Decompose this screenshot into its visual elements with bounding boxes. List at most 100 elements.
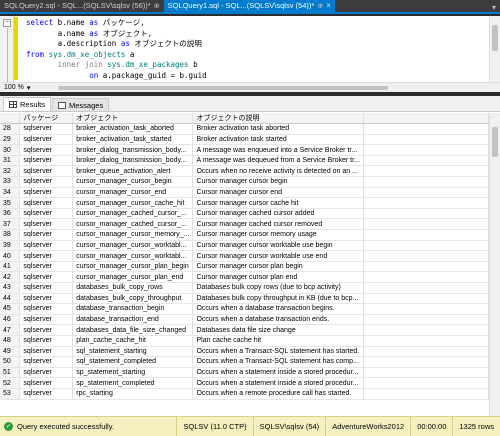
table-cell[interactable]: cursor_manager_cursor_worktabl... [72, 250, 194, 262]
table-cell[interactable]: sqlserver [19, 155, 74, 167]
table-cell[interactable]: Cursor manager cursor plan end [192, 271, 364, 283]
table-cell[interactable]: sqlserver [19, 324, 74, 336]
row-number[interactable]: 47 [0, 324, 21, 336]
table-cell[interactable]: sqlserver [19, 335, 74, 347]
table-cell[interactable]: cursor_manager_cursor_worktabl... [72, 240, 194, 252]
table-cell[interactable]: sqlserver [19, 282, 74, 294]
table-cell[interactable]: broker_dialog_transmission_body... [72, 144, 194, 156]
row-number[interactable]: 49 [0, 346, 21, 358]
table-row[interactable]: 30 sqlserver broker_dialog_transmission_bo… [0, 144, 489, 156]
table-cell[interactable]: database_transaction_begin [72, 303, 194, 315]
table-cell[interactable]: sql_statement_completed [72, 356, 194, 368]
collapse-icon[interactable]: − [3, 19, 11, 27]
table-cell[interactable]: Cursor manager cursor end [192, 187, 364, 199]
row-number[interactable]: 41 [0, 261, 21, 273]
table-cell[interactable]: sqlserver [19, 314, 74, 326]
zoom-dropdown[interactable]: 100 % ▾ [0, 84, 40, 92]
table-cell[interactable]: sqlserver [19, 293, 74, 305]
results-grid[interactable]: パッケージ オブジェクト オブジェクトの説明 28 sqlserver broker… [0, 113, 489, 416]
table-row[interactable]: 28 sqlserver broker_activation_task_aborte… [0, 123, 489, 135]
sql-code[interactable]: select b.name as パッケージ, a.name as オブジェクト… [26, 18, 207, 81]
row-number[interactable]: 39 [0, 240, 21, 252]
scroll-thumb[interactable] [58, 85, 388, 90]
table-cell[interactable]: sqlserver [19, 367, 74, 379]
table-cell[interactable]: Broker activation task aborted [192, 123, 364, 135]
row-number[interactable]: 31 [0, 155, 21, 167]
column-header[interactable]: パッケージ [19, 113, 74, 125]
table-cell[interactable]: sqlserver [19, 240, 74, 252]
table-cell[interactable]: sqlserver [19, 197, 74, 209]
table-cell[interactable]: Occurs when a statement inside a stored … [192, 377, 364, 389]
row-number[interactable]: 40 [0, 250, 21, 262]
row-number[interactable]: 29 [0, 134, 21, 146]
table-cell[interactable]: cursor_manager_cursor_memory_... [72, 229, 194, 241]
row-number[interactable]: 32 [0, 165, 21, 178]
table-cell[interactable]: broker_queue_activation_alert [72, 165, 194, 178]
table-cell[interactable]: cursor_manager_cached_cursor_... [72, 218, 194, 231]
table-row[interactable]: 46 sqlserver database_transaction_end Occur… [0, 314, 489, 326]
table-cell[interactable]: sql_statement_starting [72, 346, 194, 358]
table-cell[interactable]: sp_statement_completed [72, 377, 194, 389]
table-cell[interactable]: sqlserver [19, 144, 74, 156]
table-cell[interactable]: sqlserver [19, 208, 74, 220]
row-number-header[interactable] [0, 113, 21, 125]
table-cell[interactable]: Occurs when a Transact-SQL statement has… [192, 356, 364, 368]
table-cell[interactable]: Databases data file size change [192, 324, 364, 336]
row-number[interactable]: 53 [0, 388, 21, 400]
table-row[interactable]: 35 sqlserver cursor_manager_cursor_cache_h… [0, 197, 489, 209]
table-cell[interactable]: sqlserver [19, 271, 74, 283]
table-cell[interactable]: rpc_starting [72, 388, 194, 400]
tab-overflow-dropdown-icon[interactable]: ▾ [492, 3, 496, 12]
row-number[interactable]: 52 [0, 377, 21, 389]
table-cell[interactable]: database_transaction_end [72, 314, 194, 326]
table-row[interactable]: 38 sqlserver cursor_manager_cursor_memory_… [0, 229, 489, 241]
table-row[interactable]: 40 sqlserver cursor_manager_cursor_worktab… [0, 250, 489, 262]
pin-icon[interactable]: ⊕ [154, 2, 160, 10]
row-number[interactable]: 35 [0, 197, 21, 209]
table-cell[interactable]: Occurs when no receive activity is detec… [192, 165, 364, 178]
table-cell[interactable]: Occurs when a statement inside a stored … [192, 367, 364, 379]
tab-results[interactable]: Results [3, 97, 52, 111]
table-cell[interactable]: Cursor manager cursor cache hit [192, 197, 364, 209]
table-cell[interactable]: sqlserver [19, 176, 74, 188]
column-header[interactable]: オブジェクトの説明 [192, 113, 364, 125]
row-number[interactable]: 28 [0, 123, 21, 135]
table-cell[interactable]: Plan cache cache hit [192, 335, 364, 347]
row-number[interactable]: 37 [0, 218, 21, 231]
table-row[interactable]: 53 sqlserver rpc_starting Occurs when a rem… [0, 388, 489, 400]
table-cell[interactable]: sqlserver [19, 377, 74, 389]
table-row[interactable]: 37 sqlserver cursor_manager_cached_cursor_… [0, 218, 489, 231]
table-cell[interactable]: A message was enqueued into a Service Br… [192, 144, 364, 156]
table-cell[interactable]: sqlserver [19, 165, 74, 178]
table-row[interactable]: 36 sqlserver cursor_manager_cached_cursor_… [0, 208, 489, 220]
table-cell[interactable]: Cursor manager cursor plan begin [192, 261, 364, 273]
table-row[interactable]: 44 sqlserver databases_bulk_copy_throughpu… [0, 293, 489, 305]
table-cell[interactable]: sqlserver [19, 261, 74, 273]
table-cell[interactable]: broker_activation_task_started [72, 134, 194, 146]
table-cell[interactable]: Broker activation task started [192, 134, 364, 146]
table-cell[interactable]: Occurs when a Transact-SQL statement has… [192, 346, 364, 358]
table-row[interactable]: 29 sqlserver broker_activation_task_starte… [0, 134, 489, 146]
table-cell[interactable]: sqlserver [19, 250, 74, 262]
table-cell[interactable]: broker_activation_task_aborted [72, 123, 194, 135]
table-cell[interactable]: cursor_manager_cursor_end [72, 187, 194, 199]
table-row[interactable]: 48 sqlserver plan_cache_cache_hit Plan cach… [0, 335, 489, 347]
pin-icon[interactable]: ⊕ [317, 2, 323, 10]
table-cell[interactable]: Occurs when a database transaction ends. [192, 314, 364, 326]
table-row[interactable]: 34 sqlserver cursor_manager_cursor_end Curs… [0, 187, 489, 199]
table-cell[interactable]: Cursor manager cached cursor removed [192, 218, 364, 231]
row-number[interactable]: 46 [0, 314, 21, 326]
scroll-thumb[interactable] [492, 25, 498, 51]
table-row[interactable]: 43 sqlserver databases_bulk_copy_rows Datab… [0, 282, 489, 294]
table-cell[interactable]: Cursor manager cursor begin [192, 176, 364, 188]
table-cell[interactable]: A message was dequeued from a Service Br… [192, 155, 364, 167]
query-editor[interactable]: − select b.name as パッケージ, a.name as オブジェ… [0, 16, 500, 92]
table-cell[interactable]: cursor_manager_cursor_cache_hit [72, 197, 194, 209]
row-number[interactable]: 34 [0, 187, 21, 199]
tab-messages[interactable]: Messages [52, 98, 110, 111]
table-row[interactable]: 41 sqlserver cursor_manager_cursor_plan_be… [0, 261, 489, 273]
table-row[interactable]: 42 sqlserver cursor_manager_cursor_plan_en… [0, 271, 489, 283]
table-cell[interactable]: sqlserver [19, 303, 74, 315]
table-cell[interactable]: Cursor manager cursor memory usage [192, 229, 364, 241]
row-number[interactable]: 45 [0, 303, 21, 315]
